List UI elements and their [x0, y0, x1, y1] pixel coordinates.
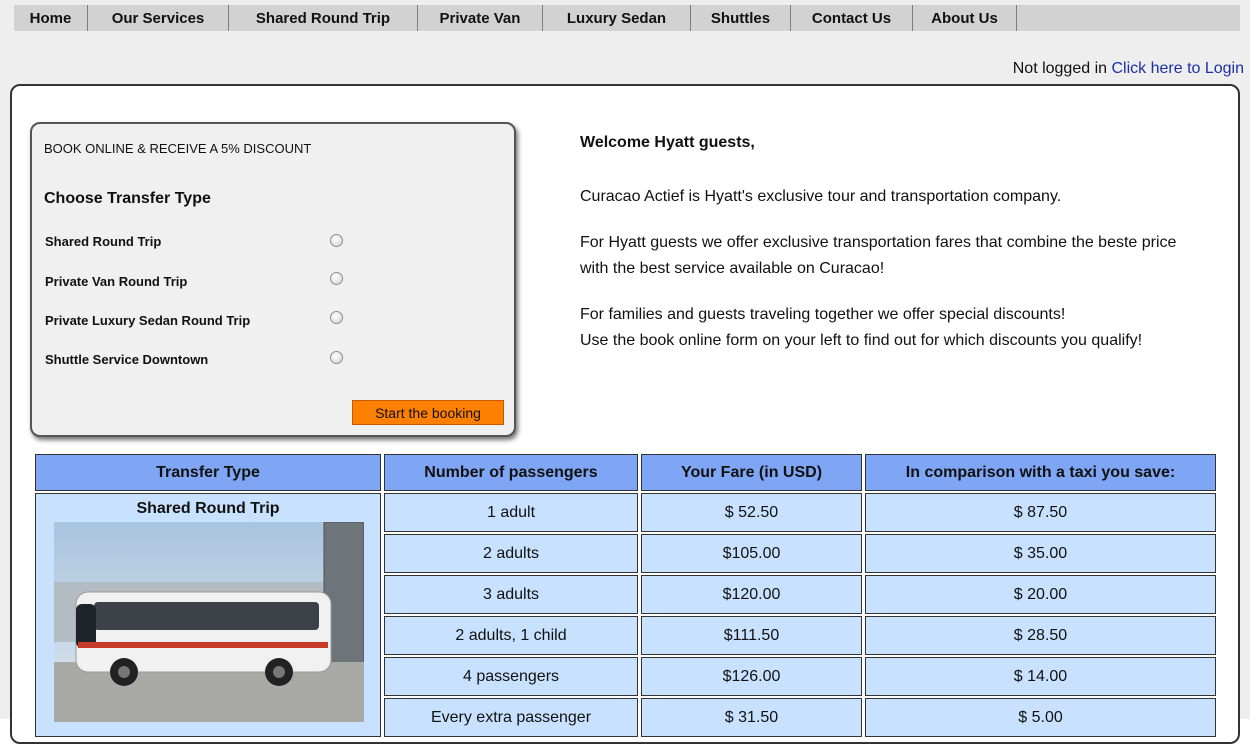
transfer-type-name: Shared Round Trip [136, 500, 280, 517]
welcome-paragraph-1: Curacao Actief is Hyatt's exclusive tour… [580, 188, 1062, 205]
radio-shuttle-downtown[interactable] [330, 351, 343, 364]
nav-our-services[interactable]: Our Services [88, 5, 229, 31]
welcome-paragraph-2: For Hyatt guests we offer exclusive tran… [580, 234, 1177, 277]
top-navigation-bar: Home Our Services Shared Round Trip Priv… [0, 0, 1250, 33]
savings-cell: $ 20.00 [865, 575, 1216, 614]
fare-cell: $111.50 [641, 616, 862, 655]
header-transfer-type: Transfer Type [35, 454, 381, 491]
passengers-cell: 4 passengers [384, 657, 638, 696]
header-fare: Your Fare (in USD) [641, 454, 862, 491]
passengers-cell: Every extra passenger [384, 698, 638, 737]
radio-private-luxury-sedan[interactable] [330, 311, 343, 324]
nav-about-us[interactable]: About Us [913, 5, 1017, 31]
option-label-shared-round-trip: Shared Round Trip [45, 234, 162, 249]
fare-cell: $126.00 [641, 657, 862, 696]
nav-luxury-sedan[interactable]: Luxury Sedan [543, 5, 691, 31]
welcome-paragraph-3b: Use the book online form on your left to… [580, 332, 1143, 349]
table-row: Shared Round Trip 1 adult $ 52.50 $ 87.5… [35, 493, 1216, 737]
booking-form: BOOK ONLINE & RECEIVE A 5% DISCOUNT Choo… [30, 122, 516, 437]
fare-table: Transfer Type Number of passengers Your … [32, 452, 1219, 739]
passengers-cell: 3 adults [384, 575, 638, 614]
savings-cell: $ 35.00 [865, 534, 1216, 573]
nav-shared-round-trip[interactable]: Shared Round Trip [229, 5, 418, 31]
fare-cell: $ 52.50 [641, 493, 862, 532]
radio-shared-round-trip[interactable] [330, 234, 343, 247]
fare-cell: $ 31.50 [641, 698, 862, 737]
login-status: Not logged in Click here to Login [1013, 60, 1244, 78]
transfer-type-heading: Choose Transfer Type [44, 190, 211, 207]
welcome-paragraph-3a: For families and guests traveling togeth… [580, 306, 1066, 323]
radio-private-van-round-trip[interactable] [330, 272, 343, 285]
transfer-type-cell: Shared Round Trip [35, 493, 381, 737]
start-booking-button[interactable]: Start the booking [352, 400, 504, 425]
savings-cell: $ 14.00 [865, 657, 1216, 696]
welcome-text: Welcome Hyatt guests, Curacao Actief is … [580, 130, 1200, 354]
bus-photo-illustration [54, 522, 364, 722]
option-label-private-luxury-sedan: Private Luxury Sedan Round Trip [45, 313, 251, 328]
fare-cell: $120.00 [641, 575, 862, 614]
savings-cell: $ 87.50 [865, 493, 1216, 532]
option-label-shuttle-downtown: Shuttle Service Downtown [45, 352, 209, 367]
bus-photo [54, 522, 364, 722]
savings-cell: $ 28.50 [865, 616, 1216, 655]
passengers-cell: 2 adults [384, 534, 638, 573]
login-link[interactable]: Click here to Login [1111, 60, 1244, 77]
option-label-private-van-round-trip: Private Van Round Trip [45, 274, 188, 289]
login-status-text: Not logged in [1012, 60, 1108, 77]
fare-cell: $105.00 [641, 534, 862, 573]
savings-cell: $ 5.00 [865, 698, 1216, 737]
nav-private-van[interactable]: Private Van [418, 5, 543, 31]
welcome-heading: Welcome Hyatt guests, [580, 134, 755, 151]
header-passengers: Number of passengers [384, 454, 638, 491]
nav-contact-us[interactable]: Contact Us [791, 5, 913, 31]
nav-shuttles[interactable]: Shuttles [691, 5, 791, 31]
header-taxi-savings: In comparison with a taxi you save: [865, 454, 1216, 491]
passengers-cell: 1 adult [384, 493, 638, 532]
passengers-cell: 2 adults, 1 child [384, 616, 638, 655]
promo-text: BOOK ONLINE & RECEIVE A 5% DISCOUNT [44, 141, 312, 156]
nav-home[interactable]: Home [14, 5, 88, 31]
fare-table-header: Transfer Type Number of passengers Your … [35, 454, 1216, 491]
nav-menu: Home Our Services Shared Round Trip Priv… [14, 5, 1240, 31]
